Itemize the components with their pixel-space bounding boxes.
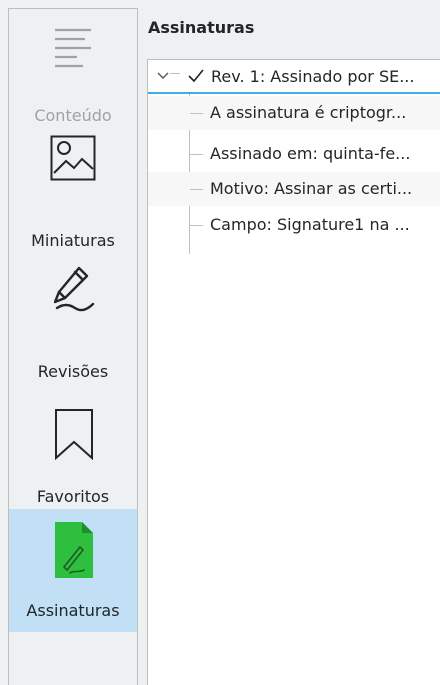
- tree-branch-line: [190, 225, 203, 226]
- bookmark-icon: [55, 409, 93, 460]
- tree-branch-line: [190, 113, 203, 114]
- table-of-contents-icon: [55, 28, 91, 68]
- panel-title: Assinaturas: [148, 18, 255, 37]
- tree-item-label: A assinatura é criptogr...: [210, 103, 407, 122]
- sidebar-item-label: Assinaturas: [26, 601, 120, 620]
- sidebar-item-reviews[interactable]: Revisões: [9, 254, 137, 384]
- sidebar-item-signatures[interactable]: Assinaturas: [9, 509, 137, 632]
- tree-item-label: Campo: Signature1 na ...: [210, 215, 410, 234]
- sidebar-item-label: Conteúdo: [34, 106, 112, 125]
- tree-item-label: Motivo: Assinar as certi...: [210, 179, 413, 198]
- tree-item-label: Assinado em: quinta-fe...: [210, 144, 411, 163]
- signature-document-icon: [55, 522, 93, 578]
- sidebar-item-label: Favoritos: [36, 487, 110, 506]
- sidebar-item-label: Revisões: [37, 362, 109, 381]
- sidebar-item-contents[interactable]: Conteúdo: [9, 9, 137, 129]
- checkmark-icon: [188, 69, 204, 83]
- tree-branch-line: [190, 189, 203, 190]
- chevron-down-icon[interactable]: [156, 69, 170, 83]
- tree-branch-line: [190, 154, 203, 155]
- sidebar-item-thumbnails[interactable]: Miniaturas: [9, 129, 137, 254]
- signatures-tree[interactable]: Rev. 1: Assinado por SE... A assinatura …: [147, 59, 440, 685]
- tree-row-root[interactable]: Rev. 1: Assinado por SE...: [148, 60, 440, 94]
- sidebar: Conteúdo Miniaturas Revisões Favoritos A…: [8, 8, 138, 685]
- sidebar-item-label: Miniaturas: [31, 231, 115, 250]
- sidebar-item-bookmarks[interactable]: Favoritos: [9, 384, 137, 509]
- pen-signature-icon: [53, 266, 95, 312]
- tree-root-label: Rev. 1: Assinado por SE...: [211, 67, 415, 86]
- okular-sidebar-window: Conteúdo Miniaturas Revisões Favoritos A…: [0, 0, 440, 685]
- tree-branch-line: [170, 73, 180, 74]
- image-icon: [50, 135, 96, 181]
